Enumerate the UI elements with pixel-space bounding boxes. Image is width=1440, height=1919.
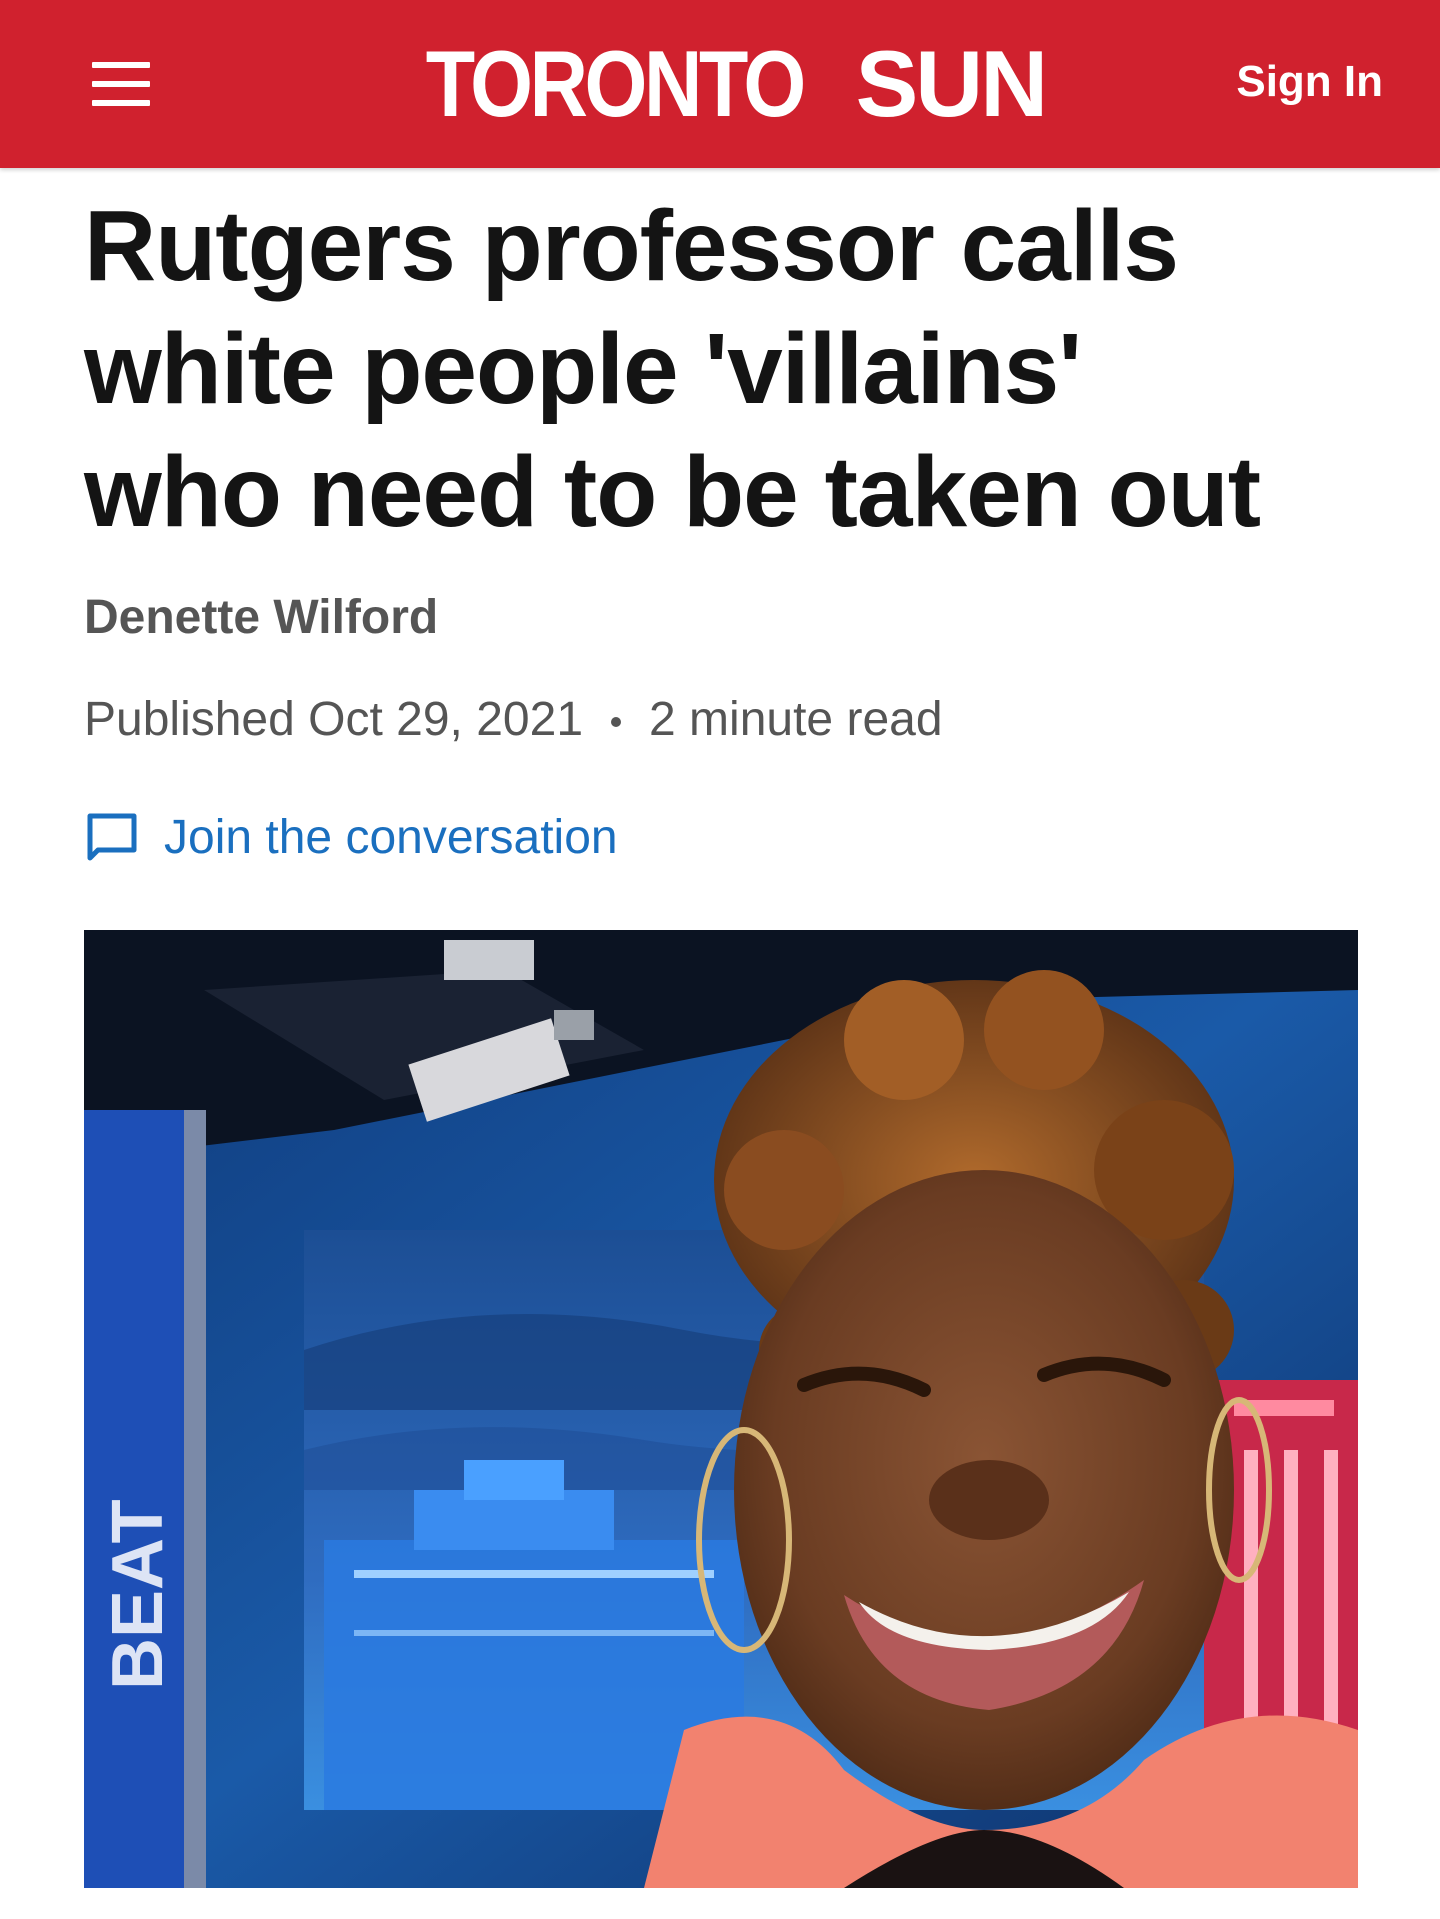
studio-wall-text: BEAT [98,1499,178,1690]
headline-line: who need to be taken out [84,436,1261,548]
headline-line: white people 'villains' [84,313,1082,425]
top-navigation-bar: TORONTO SUN Sign In [0,0,1440,168]
site-logo[interactable]: TORONTO SUN [0,34,1440,134]
article-headline: Rutgers professor calls white people 'vi… [84,185,1384,554]
logo-word-toronto: TORONTO [425,31,807,136]
published-date: Published Oct 29, 2021 [84,693,584,746]
hero-photo-illustration: BEAT [84,930,1358,1888]
article-meta: Published Oct 29, 2021 2 minute read [84,690,943,750]
logo-word-sun: SUN [855,31,1048,136]
join-conversation-link[interactable]: Join the conversation [84,806,618,870]
author-byline[interactable]: Denette Wilford [84,588,438,648]
chat-bubble-icon [87,813,137,861]
sign-in-button[interactable]: Sign In [1236,52,1383,112]
read-time: 2 minute read [649,693,943,746]
hero-photo: BEAT [84,930,1358,1888]
separator-dot [611,717,622,728]
join-conversation-label: Join the conversation [164,811,618,864]
headline-line: Rutgers professor calls [84,190,1179,302]
